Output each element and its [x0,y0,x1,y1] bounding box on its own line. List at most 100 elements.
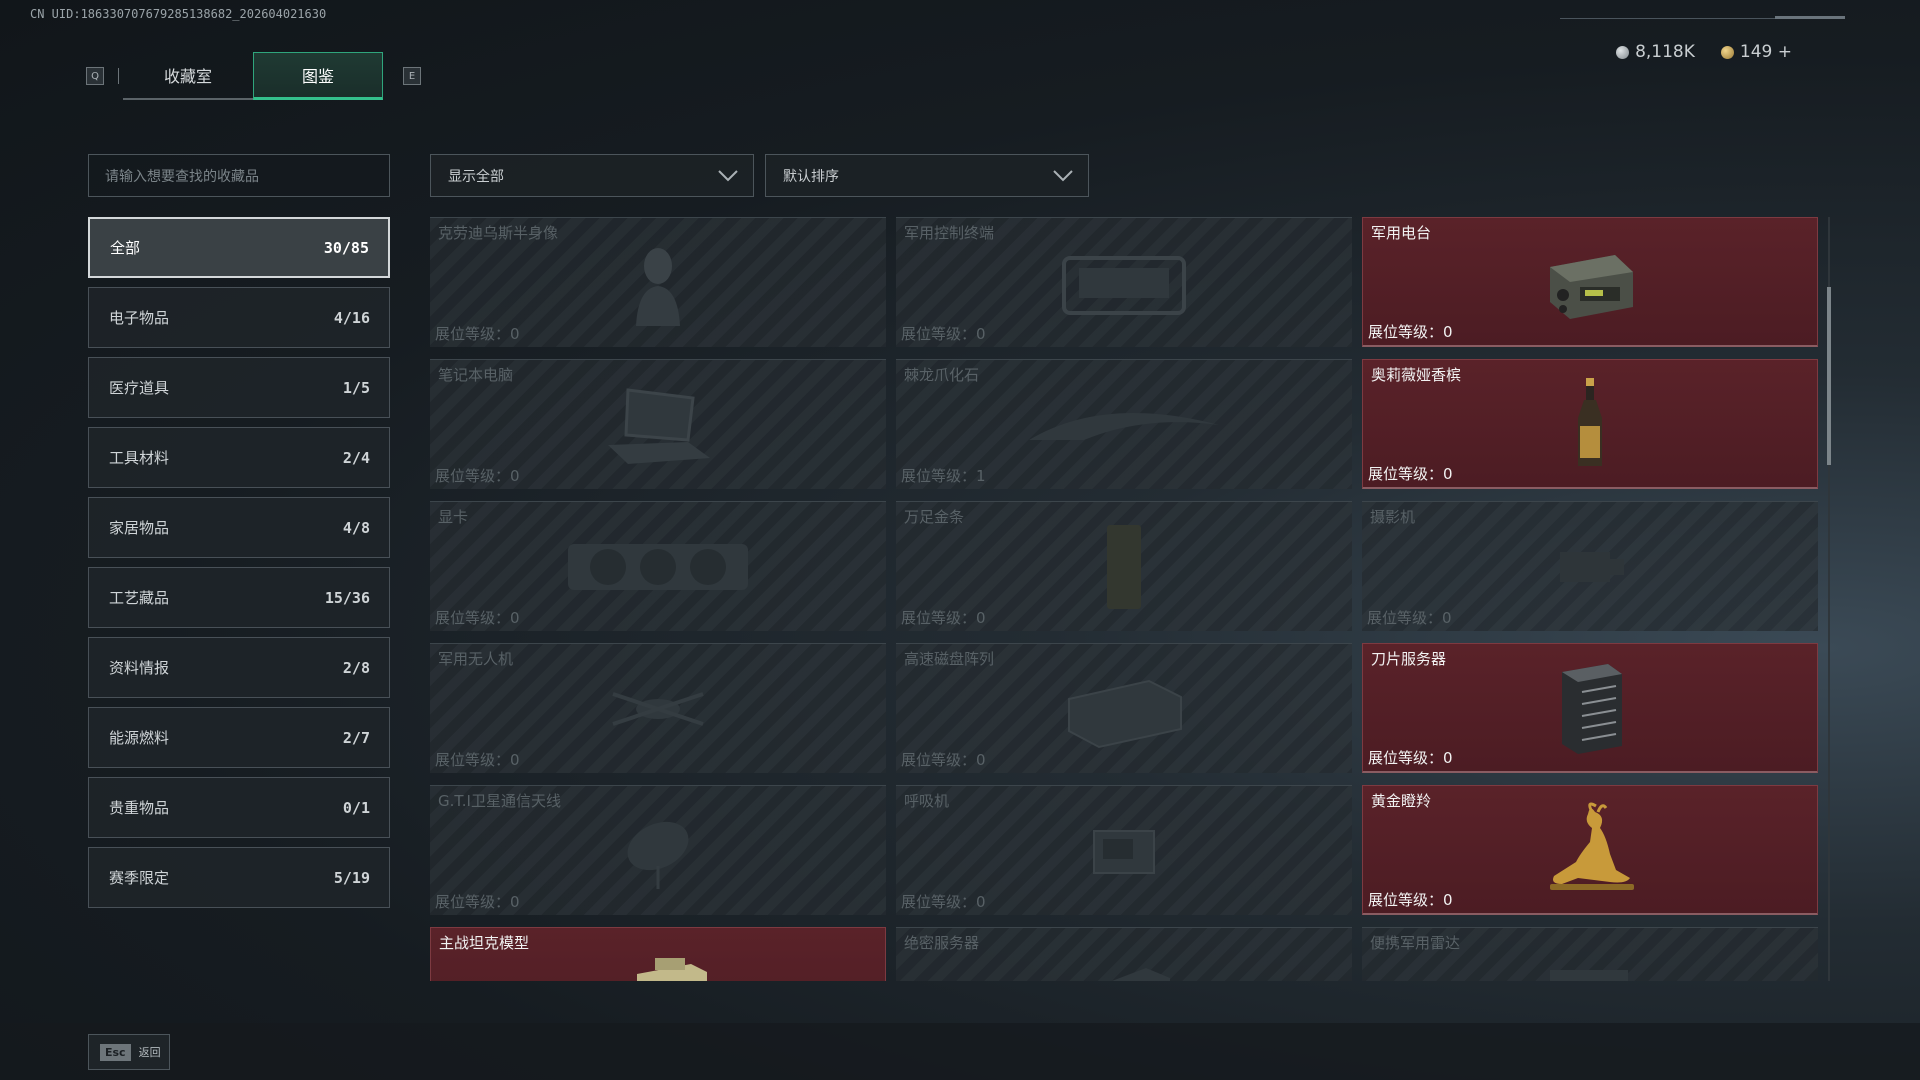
tab-next-key-hint[interactable]: E [403,67,421,85]
champagne-icon [1578,377,1602,466]
sort-dropdown-label: 默认排序 [783,168,839,185]
item-name: 绝密服务器 [904,934,980,952]
search-input[interactable]: 请输入想要查找的收藏品 [88,154,390,197]
item-level: 展位等级：0 [1368,465,1453,483]
item-card[interactable]: 便携军用雷达 [1362,927,1818,981]
item-card[interactable]: 笔记本电脑 展位等级：0 [430,359,886,489]
item-name: 笔记本电脑 [438,366,514,384]
item-card[interactable]: 奥莉薇娅香槟 展位等级：0 [1362,359,1818,489]
item-card[interactable]: 主战坦克模型 [430,927,886,981]
item-level: 展位等级：0 [901,609,986,627]
gold-amount: 149 + [1739,42,1792,62]
back-button[interactable]: Esc 返回 [88,1034,170,1070]
category-energy[interactable]: 能源燃料 2/7 [88,707,390,768]
category-label: 贵重物品 [109,799,170,817]
sort-dropdown[interactable]: 默认排序 [765,154,1089,197]
item-card[interactable]: 刀片服务器 展位等级：0 [1362,643,1818,773]
category-count: 0/1 [342,798,370,817]
radar-icon [1550,970,1628,981]
category-label: 医疗道具 [109,379,170,397]
category-label: 工具材料 [109,449,170,467]
tab-prev-key-hint[interactable]: Q [86,67,104,85]
item-card[interactable]: 绝密服务器 [896,927,1352,981]
item-name: 棘龙爪化石 [904,366,980,384]
item-level: 展位等级：0 [435,467,520,485]
category-valuables[interactable]: 贵重物品 0/1 [88,777,390,838]
gazelle-icon [1550,802,1634,890]
gold-bar-icon [1107,524,1141,609]
bust-icon [636,247,680,326]
drone-icon [612,691,704,726]
server-icon [1562,663,1622,754]
gold-coin-icon [1720,45,1734,59]
item-card[interactable]: 军用电台 展位等级：0 [1362,217,1818,347]
laptop-icon [608,387,710,464]
item-card[interactable]: 呼吸机 展位等级：0 [896,785,1352,915]
category-electronics[interactable]: 电子物品 4/16 [88,287,390,348]
disk-array-icon [1068,679,1182,748]
item-level: 展位等级：0 [901,325,986,343]
item-level: 展位等级：0 [901,751,986,769]
item-card[interactable]: 军用无人机 展位等级：0 [430,643,886,773]
item-level: 展位等级：0 [1368,323,1453,341]
item-card[interactable]: 万足金条 展位等级：0 [896,501,1352,631]
item-name: 黄金瞪羚 [1371,792,1432,810]
category-label: 家居物品 [109,519,170,537]
category-season[interactable]: 赛季限定 5/19 [88,847,390,908]
category-label: 资料情报 [109,659,170,677]
filter-dropdown-label: 显示全部 [448,168,504,185]
item-level: 展位等级：0 [901,893,986,911]
item-level: 展位等级：0 [435,609,520,627]
footer-bar [0,1023,1920,1080]
category-count: 4/8 [342,518,370,537]
item-name: 军用电台 [1371,224,1432,242]
category-crafts[interactable]: 工艺藏品 15/36 [88,567,390,628]
category-all[interactable]: 全部 30/85 [88,217,390,278]
category-household[interactable]: 家居物品 4/8 [88,497,390,558]
terminal-icon [1062,255,1186,315]
camera-icon [1560,551,1624,582]
item-card[interactable]: 显卡 展位等级：0 [430,501,886,631]
top-divider-accent [1775,16,1845,19]
category-label: 赛季限定 [109,869,170,887]
filter-dropdown[interactable]: 显示全部 [430,154,754,197]
collection-grid: 克劳迪乌斯半身像 展位等级：0 军用控制终端 展位等级：0 军用电台 展位等级：… [430,217,1820,981]
item-card[interactable]: 军用控制终端 展位等级：0 [896,217,1352,347]
grid-scrollbar-thumb[interactable] [1827,287,1831,465]
item-level: 展位等级：1 [901,467,986,485]
item-card[interactable]: 克劳迪乌斯半身像 展位等级：0 [430,217,886,347]
item-name: 军用控制终端 [904,224,995,242]
category-tools[interactable]: 工具材料 2/4 [88,427,390,488]
item-card[interactable]: G.T.I卫星通信天线 展位等级：0 [430,785,886,915]
item-card[interactable]: 摄影机 展位等级：0 [1362,501,1818,631]
item-card[interactable]: 黄金瞪羚 展位等级：0 [1362,785,1818,915]
item-name: 军用无人机 [438,650,514,668]
category-label: 电子物品 [109,309,170,327]
tab-catalog[interactable]: 图鉴 [253,52,383,100]
item-name: 呼吸机 [904,792,950,810]
gpu-icon [568,543,748,590]
item-name: 奥莉薇娅香槟 [1371,366,1462,384]
category-count: 4/16 [333,308,370,327]
category-label: 工艺藏品 [109,589,170,607]
currency-gold[interactable]: 149 + [1720,42,1792,62]
radio-icon [1550,254,1633,319]
category-label: 能源燃料 [109,729,170,747]
category-count: 2/8 [342,658,370,677]
item-level: 展位等级：0 [435,893,520,911]
item-level: 展位等级：0 [1367,609,1452,627]
item-level: 展位等级：0 [1368,749,1453,767]
category-intel[interactable]: 资料情报 2/8 [88,637,390,698]
satellite-dish-icon [627,821,689,889]
item-name: 便携军用雷达 [1370,934,1461,952]
item-card[interactable]: 棘龙爪化石 展位等级：1 [896,359,1352,489]
tab-collection-room[interactable]: 收藏室 [123,52,253,100]
ventilator-icon [1093,829,1155,874]
item-card[interactable]: 高速磁盘阵列 展位等级：0 [896,643,1352,773]
item-name: 高速磁盘阵列 [904,650,995,668]
category-medical[interactable]: 医疗道具 1/5 [88,357,390,418]
item-name: G.T.I卫星通信天线 [438,792,561,810]
item-name: 显卡 [438,508,469,526]
fossil-icon [1029,412,1219,440]
esc-key-hint: Esc [100,1043,131,1061]
